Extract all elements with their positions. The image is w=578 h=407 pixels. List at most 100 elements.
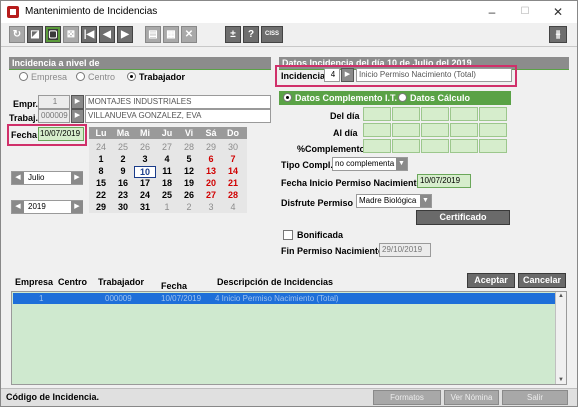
calendar-day[interactable]: 13 [200,166,222,176]
calendar-day[interactable]: 27 [156,142,178,152]
calendar-day[interactable]: 11 [156,166,178,176]
calendar-day[interactable]: 30 [112,202,134,212]
tipo-compl-select[interactable]: no complementa ▼ [332,157,408,171]
calendar-day[interactable]: 17 [134,178,156,188]
month-prev-icon[interactable]: ◀ [12,172,24,184]
calendar-day[interactable]: 18 [156,178,178,188]
calendar-day[interactable]: 25 [112,142,134,152]
calendar-day[interactable]: 21 [222,178,244,188]
complemento-cell[interactable] [421,107,449,121]
complemento-cell[interactable] [479,107,507,121]
calendar-day[interactable]: 20 [200,178,222,188]
trabaj-lookup-button[interactable]: ▶ [71,109,84,123]
chevron-down-icon[interactable]: ▼ [396,158,407,170]
complemento-cell[interactable] [392,107,420,121]
complemento-cell[interactable] [363,139,391,153]
calendar-day[interactable]: 7 [222,154,244,164]
calendar-day[interactable]: 4 [222,202,244,212]
calendar-day[interactable]: 19 [178,178,200,188]
complemento-cell[interactable] [450,123,478,137]
bonificada-checkbox[interactable] [283,230,293,240]
incidencia-lookup-button[interactable]: ▶ [341,68,354,82]
complemento-cell[interactable] [450,139,478,153]
calendar-day[interactable]: 27 [200,190,222,200]
calendar-day[interactable]: 23 [112,190,134,200]
edit-icon[interactable]: ◪ [27,26,43,43]
calendar-day[interactable]: 10 [134,166,156,178]
complemento-cell[interactable] [479,123,507,137]
calendar-day[interactable]: 6 [200,154,222,164]
new-record-icon[interactable]: ▢ [45,26,61,43]
level-radio-trabajador[interactable]: Trabajador [127,72,185,82]
calendar-day[interactable]: 2 [178,202,200,212]
year-prev-icon[interactable]: ◀ [12,201,24,213]
refresh-icon[interactable]: ↻ [9,26,25,43]
table-row[interactable]: 1 000009 10/07/2019 4 Inicio Permiso Nac… [13,293,555,304]
complemento-cell[interactable] [392,123,420,137]
calendar-day[interactable]: 1 [90,154,112,164]
tools-icon[interactable]: ✕ [181,26,197,43]
month-next-icon[interactable]: ▶ [71,172,83,184]
complemento-cell[interactable] [363,107,391,121]
calendar-day[interactable]: 3 [200,202,222,212]
calendar-day[interactable]: 16 [112,178,134,188]
print-icon[interactable]: ▤ [145,26,161,43]
calendar-day[interactable]: 3 [134,154,156,164]
year-next-icon[interactable]: ▶ [71,201,83,213]
complemento-cell[interactable] [392,139,420,153]
cancel-button[interactable]: Cancelar [518,273,566,288]
ciss-button[interactable]: CISS [261,26,283,43]
first-record-icon[interactable]: |◀ [81,26,97,43]
level-radio-empresa[interactable]: Empresa [19,72,67,82]
complemento-cell[interactable] [479,139,507,153]
calendar-day[interactable]: 8 [90,166,112,176]
calendar-day[interactable]: 14 [222,166,244,176]
tab-datos-calculo[interactable]: Datos Cálculo [398,93,470,103]
year-selector[interactable]: ◀ 2019 ▶ [11,200,83,214]
complemento-cell[interactable] [363,123,391,137]
fecha-field[interactable]: 10/07/2019 [38,127,84,141]
fecha-inicio-field[interactable]: 10/07/2019 [417,174,471,188]
incidences-list[interactable]: 1 000009 10/07/2019 4 Inicio Permiso Nac… [11,291,567,385]
minimize-button[interactable]: – [478,4,506,20]
level-radio-centro[interactable]: Centro [76,72,115,82]
calendar-day[interactable]: 25 [156,190,178,200]
calendar-day[interactable]: 5 [178,154,200,164]
next-record-icon[interactable]: ▶ [117,26,133,43]
incidencia-code-field[interactable]: 4 [324,68,340,82]
settings-sliders-icon[interactable]: ⫵ [549,26,567,43]
accept-button[interactable]: Aceptar [467,273,515,288]
complemento-cell[interactable] [450,107,478,121]
empr-code-field[interactable]: 1 [38,95,70,109]
calendar-day[interactable]: 30 [222,142,244,152]
previous-record-icon[interactable]: ◀ [99,26,115,43]
calendar-day[interactable]: 22 [90,190,112,200]
month-selector[interactable]: ◀ Julio ▶ [11,171,83,185]
tab-datos-complemento[interactable]: Datos Complemento I.T. [283,93,397,103]
trabaj-code-field[interactable]: 000009 [38,109,70,123]
calendar-day[interactable]: 31 [134,202,156,212]
calendar-day[interactable]: 28 [178,142,200,152]
scroll-up-icon[interactable]: ▲ [557,293,565,299]
complemento-cell[interactable] [421,123,449,137]
delete-record-icon[interactable]: ⊠ [63,26,79,43]
report-icon[interactable]: ▦ [163,26,179,43]
close-button[interactable]: ✕ [544,4,572,20]
salir-button[interactable]: Salir [502,390,568,405]
formatos-button[interactable]: Formatos [373,390,441,405]
list-scrollbar[interactable]: ▲ ▼ [555,292,566,384]
calendar-day[interactable]: 24 [134,190,156,200]
calendar-day[interactable]: 29 [200,142,222,152]
ver-nomina-button[interactable]: Ver Nómina [444,390,499,405]
calendar-day[interactable]: 2 [112,154,134,164]
scroll-down-icon[interactable]: ▼ [557,377,565,383]
calendar-day[interactable]: 4 [156,154,178,164]
maximize-button[interactable]: ☐ [511,4,539,20]
calendar-day[interactable]: 26 [178,190,200,200]
calendar-day[interactable]: 28 [222,190,244,200]
plus-minus-button[interactable]: ± [225,26,241,43]
help-button[interactable]: ? [243,26,259,43]
calendar-day[interactable]: 29 [90,202,112,212]
calendar-day[interactable]: 1 [156,202,178,212]
calendar-day[interactable]: 9 [112,166,134,176]
